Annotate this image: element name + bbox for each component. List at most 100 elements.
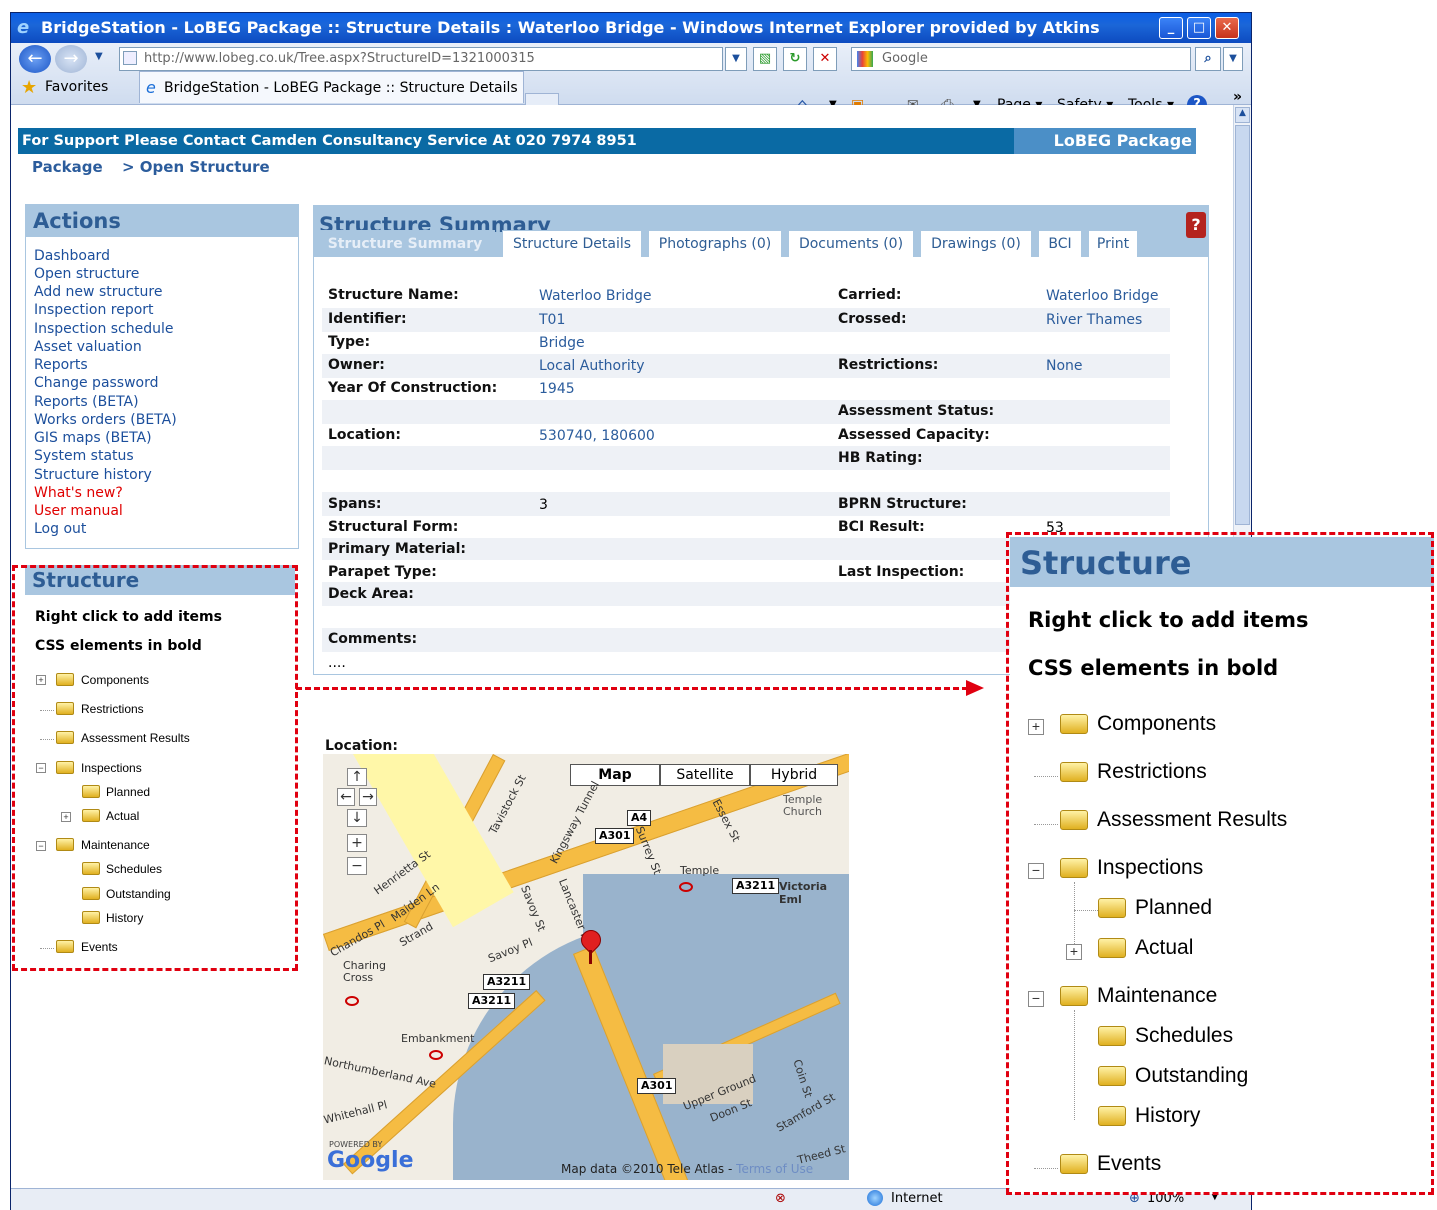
action-log-out[interactable]: Log out	[34, 520, 86, 538]
action-user-manual[interactable]: User manual	[34, 502, 123, 520]
tab-structure-summary[interactable]: Structure Summary	[315, 230, 495, 257]
action-inspection-report[interactable]: Inspection report	[34, 301, 154, 319]
map-type-hybrid-button[interactable]: Hybrid	[750, 764, 838, 786]
zoomed-node-outstanding[interactable]: Outstanding	[1135, 1064, 1248, 1088]
forward-button[interactable]: →	[55, 45, 87, 73]
map-type-map-button[interactable]: Map	[570, 764, 660, 786]
tab-documents[interactable]: Documents (0)	[788, 230, 914, 257]
map-label-savoy-st: Savoy St	[518, 883, 549, 934]
action-works-orders[interactable]: Works orders (BETA)	[34, 411, 177, 429]
help-book-icon[interactable]: ?	[1186, 212, 1206, 238]
stop-icon[interactable]: ✕	[813, 47, 837, 71]
zoomed-node-assessment-results[interactable]: Assessment Results	[1097, 808, 1287, 832]
action-asset-valuation[interactable]: Asset valuation	[34, 338, 142, 356]
action-open-structure[interactable]: Open structure	[34, 265, 139, 283]
close-button[interactable]: ✕	[1215, 17, 1239, 39]
tree-node-actual[interactable]: Actual	[106, 809, 139, 823]
zoomed-node-restrictions[interactable]: Restrictions	[1097, 760, 1207, 784]
label-last-inspection: Last Inspection:	[838, 564, 965, 580]
tab-current[interactable]: e BridgeStation - LoBEG Package :: Struc…	[139, 71, 524, 128]
tree-connector	[1034, 824, 1058, 825]
action-whats-new[interactable]: What's new?	[34, 484, 123, 502]
expand-icon[interactable]: +	[1066, 944, 1082, 960]
tree-node-history[interactable]: History	[106, 911, 143, 925]
tree-node-planned[interactable]: Planned	[106, 785, 150, 799]
favorites-button[interactable]: Favorites	[45, 79, 108, 95]
search-input[interactable]: Google	[851, 47, 1191, 71]
tree-node-restrictions[interactable]: Restrictions	[81, 702, 144, 716]
tree-node-inspections[interactable]: Inspections	[81, 761, 142, 775]
back-button[interactable]: ←	[19, 45, 51, 73]
expand-icon[interactable]: +	[1028, 719, 1044, 735]
pan-down-icon[interactable]: ↓	[347, 809, 367, 827]
location-map[interactable]: Map Satellite Hybrid ↑ ← → ↓ + − A4 A301…	[323, 754, 849, 1180]
structure-panel-title: Structure	[25, 565, 295, 595]
action-inspection-schedule[interactable]: Inspection schedule	[34, 320, 174, 338]
folder-icon	[56, 731, 74, 744]
address-dropdown-icon[interactable]: ▼	[725, 47, 747, 71]
label-restrictions: Restrictions:	[838, 357, 939, 373]
zoomed-hint-css: CSS elements in bold	[1028, 656, 1279, 680]
action-structure-history[interactable]: Structure history	[34, 466, 152, 484]
pan-right-icon[interactable]: →	[359, 788, 377, 806]
tab-print[interactable]: Print	[1088, 230, 1138, 257]
action-system-status[interactable]: System status	[34, 447, 134, 465]
action-add-new-structure[interactable]: Add new structure	[34, 283, 162, 301]
zoomed-node-planned[interactable]: Planned	[1135, 896, 1212, 920]
maximize-button[interactable]: □	[1187, 17, 1211, 39]
tab-drawings[interactable]: Drawings (0)	[920, 230, 1032, 257]
refresh-icon[interactable]: ↻	[783, 47, 807, 71]
breadcrumb-open-structure[interactable]: > Open Structure	[122, 158, 270, 176]
search-options-icon[interactable]: ▼	[1223, 47, 1243, 71]
scroll-up-icon[interactable]: ▲	[1235, 107, 1250, 123]
zoomed-node-maintenance[interactable]: Maintenance	[1097, 984, 1217, 1008]
zoomed-node-schedules[interactable]: Schedules	[1135, 1024, 1233, 1048]
tree-node-schedules[interactable]: Schedules	[106, 862, 162, 876]
action-gis-maps[interactable]: GIS maps (BETA)	[34, 429, 152, 447]
tree-connector	[40, 739, 54, 740]
pan-left-icon[interactable]: ←	[337, 788, 355, 806]
action-dashboard[interactable]: Dashboard	[34, 247, 110, 265]
pan-up-icon[interactable]: ↑	[347, 768, 367, 786]
collapse-icon[interactable]: −	[1028, 991, 1044, 1007]
tree-node-components[interactable]: Components	[81, 673, 149, 687]
collapse-icon[interactable]: −	[36, 763, 46, 773]
zoom-in-icon[interactable]: +	[347, 834, 367, 852]
search-icon[interactable]: ⌕	[1195, 47, 1221, 71]
tree-node-assessment-results[interactable]: Assessment Results	[81, 731, 190, 745]
road-shield-a3211: A3211	[732, 878, 780, 894]
tree-connector	[1034, 776, 1058, 777]
label-identifier: Identifier:	[328, 311, 407, 327]
zoomed-node-events[interactable]: Events	[1097, 1152, 1161, 1176]
tree-node-maintenance[interactable]: Maintenance	[81, 838, 150, 852]
zoomed-node-inspections[interactable]: Inspections	[1097, 856, 1203, 880]
expand-icon[interactable]: +	[61, 812, 71, 822]
compatibility-icon[interactable]: ▧	[753, 47, 777, 71]
zoomed-node-history[interactable]: History	[1135, 1104, 1200, 1128]
terms-of-use-link[interactable]: Terms of Use	[736, 1162, 813, 1176]
tree-node-outstanding[interactable]: Outstanding	[106, 887, 171, 901]
minimize-button[interactable]: _	[1159, 17, 1183, 39]
action-change-password[interactable]: Change password	[34, 374, 159, 392]
toolbar-overflow-icon[interactable]: »	[1233, 89, 1242, 105]
highlight-box-bottom	[12, 968, 298, 971]
tab-bci[interactable]: BCI	[1038, 230, 1082, 257]
action-reports-beta[interactable]: Reports (BETA)	[34, 393, 139, 411]
tab-photographs[interactable]: Photographs (0)	[648, 230, 782, 257]
scroll-thumb[interactable]	[1235, 125, 1250, 525]
history-dropdown-icon[interactable]: ▼	[95, 51, 103, 62]
address-input[interactable]: http://www.lobeg.co.uk/Tree.aspx?Structu…	[119, 47, 723, 71]
expand-icon[interactable]: +	[36, 675, 46, 685]
zoomed-node-actual[interactable]: Actual	[1135, 936, 1193, 960]
zoomed-node-components[interactable]: Components	[1097, 712, 1216, 736]
map-label-charing-cross: Charing Cross	[343, 959, 386, 984]
action-reports[interactable]: Reports	[34, 356, 88, 374]
map-type-satellite-button[interactable]: Satellite	[660, 764, 750, 786]
tab-structure-details[interactable]: Structure Details	[502, 230, 642, 257]
tree-node-events[interactable]: Events	[81, 940, 118, 954]
zoom-out-icon[interactable]: −	[347, 857, 367, 875]
collapse-icon[interactable]: −	[1028, 863, 1044, 879]
breadcrumb-package[interactable]: Package	[32, 158, 103, 176]
collapse-icon[interactable]: −	[36, 841, 46, 851]
folder-icon	[1060, 858, 1088, 878]
